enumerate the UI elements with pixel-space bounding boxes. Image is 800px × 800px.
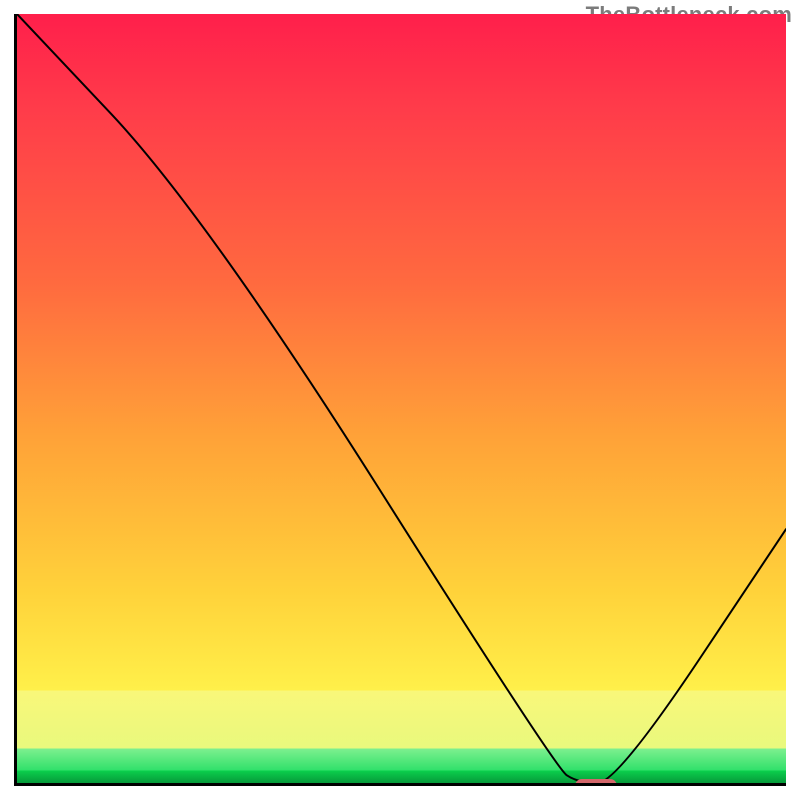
- bottleneck-chart: TheBottleneck.com: [0, 0, 800, 800]
- bottleneck-curve-path: [17, 14, 786, 783]
- optimal-range-marker: [575, 779, 617, 786]
- plot-area: [14, 14, 786, 786]
- curve-layer: [17, 14, 786, 783]
